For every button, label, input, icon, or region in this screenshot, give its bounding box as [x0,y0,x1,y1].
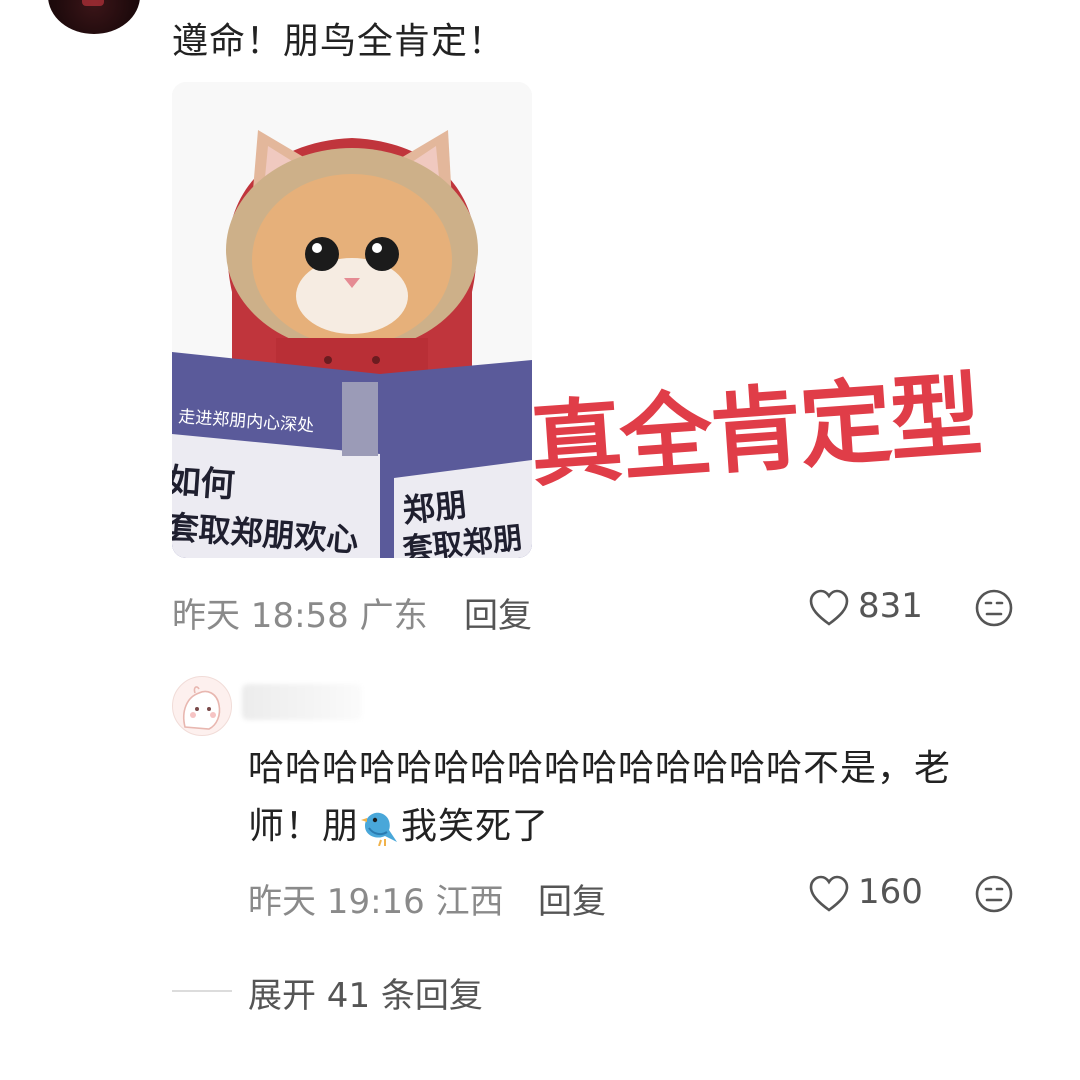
reply-location: 江西 [435,882,504,922]
meme-sticker-text: 真全肯定型 [526,361,984,500]
reply-time: 昨天 19:16 [248,882,425,922]
book-right-line1: 郑朋 [401,485,469,529]
comment-text: 遵命！朋鸟全肯定！ [172,21,506,62]
reply-reply-button[interactable]: 回复 [538,874,606,923]
comment-timestamp: 昨天 18:58 广东 [172,588,428,637]
comment-time: 昨天 18:58 [172,596,349,636]
reply-text-part-a: 师！朋 [248,806,360,847]
expand-replies-button[interactable]: 展开 41 条回复 [248,968,483,1017]
bird-emoji-icon [359,806,401,847]
book-title-line1: 如何 [172,461,236,506]
reply-timestamp: 昨天 19:16 江西 [248,874,504,923]
comment-location: 广东 [359,596,428,636]
reply-text-line1: 哈哈哈哈哈哈哈哈哈哈哈哈哈哈哈不是，老 [248,748,952,789]
reply-like-count: 160 [858,872,923,912]
neutral-face-icon[interactable] [974,874,1014,914]
reply-text-line2: 师！朋 我笑死了 [248,798,1018,856]
replier-name-blurred[interactable] [242,684,362,720]
commenter-avatar[interactable] [48,0,140,34]
replier-avatar[interactable] [172,676,232,736]
reply-text: 哈哈哈哈哈哈哈哈哈哈哈哈哈哈哈不是，老 师！朋 我笑死了 [248,740,1018,856]
neutral-face-icon[interactable] [974,588,1014,628]
reply-text-part-b: 我笑死了 [401,806,550,847]
heart-icon[interactable] [808,588,850,628]
comment-like-count: 831 [858,586,923,626]
meme-image[interactable]: 走进郑朋内心深处 如何 套取郑朋欢心 郑朋 套取郑朋 [172,82,532,558]
expand-divider [172,990,232,992]
heart-icon[interactable] [808,874,850,914]
comment-reply-button[interactable]: 回复 [464,588,532,637]
